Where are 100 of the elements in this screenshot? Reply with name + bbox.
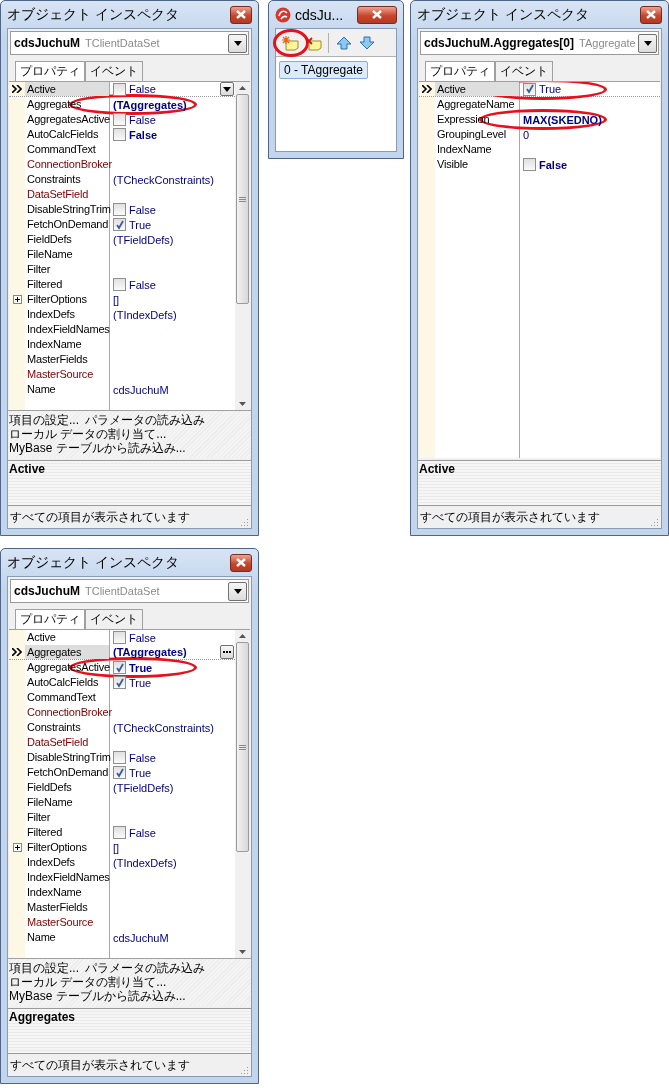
property-name[interactable]: Filter [25,810,109,825]
expand-icon[interactable] [12,843,22,852]
property-name[interactable]: Name [25,382,109,397]
property-row[interactable]: DisableStringTrim False [9,750,235,765]
checkbox[interactable] [113,128,126,141]
dropdown-button[interactable] [220,82,234,96]
object-selector[interactable]: cdsJuchuM.Aggregates[0] TAggregate [420,31,659,55]
property-name[interactable]: IndexFieldNames [25,322,109,337]
verb-link[interactable]: ローカル データの割り当て... [9,427,167,441]
property-row[interactable]: IndexDefs (TIndexDefs) [9,855,235,870]
tab[interactable]: イベント [85,61,143,81]
close-button[interactable] [357,5,397,24]
property-name[interactable]: Constraints [25,172,109,187]
property-name[interactable]: MasterSource [25,915,109,930]
property-row[interactable]: FetchOnDemand True [9,765,235,780]
property-name[interactable]: IndexName [25,885,109,900]
property-row[interactable]: Filtered False [9,277,235,292]
tab[interactable]: プロパティ [15,61,85,81]
checkbox[interactable] [113,82,126,96]
verb-link[interactable]: パラメータの読み込み [85,961,205,975]
property-row[interactable]: ConnectionBroker [9,157,235,172]
property-name[interactable]: FetchOnDemand [25,217,109,232]
checkbox[interactable] [113,751,126,764]
property-row[interactable]: Filter [9,810,235,825]
verb-link[interactable]: 項目の設定... [9,413,79,427]
object-selector[interactable]: cdsJuchuM TClientDataSet [10,31,249,55]
property-row[interactable]: IndexDefs (TIndexDefs) [9,307,235,322]
property-row[interactable]: DataSetField [9,735,235,750]
property-name[interactable]: IndexDefs [25,855,109,870]
tab[interactable]: プロパティ [15,609,85,629]
checkbox[interactable] [113,676,126,689]
property-name[interactable]: Visible [435,157,519,172]
property-name[interactable]: Constraints [25,720,109,735]
property-name[interactable]: AggregateName [435,97,519,112]
checkbox[interactable] [523,158,536,171]
checkbox[interactable] [113,203,126,216]
property-row[interactable]: FileName [9,247,235,262]
verb-link[interactable]: MyBase テーブルから読み込み... [9,989,186,1003]
property-name[interactable]: MasterFields [25,900,109,915]
property-name[interactable]: IndexName [435,142,519,157]
property-row[interactable]: FilterOptions [] [9,292,235,307]
property-name[interactable]: MasterFields [25,352,109,367]
dropdown-button[interactable] [228,33,247,53]
property-row[interactable]: IndexName [419,142,660,157]
verb-link[interactable]: 項目の設定... [9,961,79,975]
property-row[interactable]: Name cdsJuchuM [9,382,235,397]
scrollbar-thumb[interactable] [236,94,249,304]
property-row[interactable]: IndexFieldNames [9,322,235,337]
property-row[interactable]: IndexFieldNames [9,870,235,885]
checkbox[interactable] [113,826,126,839]
property-row[interactable]: CommandText [9,690,235,705]
property-row[interactable]: MasterFields [9,900,235,915]
property-row[interactable]: Active False [9,630,235,645]
property-row[interactable]: Visible False [419,157,660,172]
checkbox[interactable] [113,278,126,291]
property-name[interactable]: FilterOptions [25,840,109,855]
property-row[interactable]: MasterFields [9,352,235,367]
checkbox[interactable] [113,661,126,674]
scrollbar-thumb[interactable] [236,642,249,852]
property-name[interactable]: GroupingLevel [435,127,519,142]
property-row[interactable]: FieldDefs (TFieldDefs) [9,232,235,247]
checkbox[interactable] [113,218,126,231]
property-name[interactable]: FieldDefs [25,780,109,795]
scroll-up-icon[interactable] [239,86,246,90]
close-button[interactable] [230,553,252,572]
property-name[interactable]: AutoCalcFields [25,675,109,690]
property-row[interactable]: Name cdsJuchuM [9,930,235,945]
resize-grip-icon[interactable] [241,1066,249,1074]
object-selector[interactable]: cdsJuchuM TClientDataSet [10,579,249,603]
dropdown-button[interactable] [638,33,657,53]
ellipsis-button[interactable] [220,645,234,659]
property-name[interactable]: Name [25,930,109,945]
verb-link[interactable]: ローカル データの割り当て... [9,975,167,989]
property-row[interactable]: FetchOnDemand True [9,217,235,232]
property-row[interactable]: Filter [9,262,235,277]
checkbox[interactable] [523,82,536,96]
expand-icon[interactable] [12,295,22,304]
property-row[interactable]: MasterSource [9,915,235,930]
property-name[interactable]: MasterSource [25,367,109,382]
property-row[interactable]: ConnectionBroker [9,705,235,720]
property-name[interactable]: FileName [25,795,109,810]
property-name[interactable]: IndexName [25,337,109,352]
property-row[interactable]: Active False [9,82,235,97]
property-row[interactable]: AggregatesActive False [9,112,235,127]
property-name[interactable]: Filtered [25,825,109,840]
property-name[interactable]: Aggregates [25,645,109,659]
property-row[interactable]: DataSetField [9,187,235,202]
checkbox[interactable] [113,113,126,126]
property-name[interactable]: FieldDefs [25,232,109,247]
property-row[interactable]: Constraints (TCheckConstraints) [9,720,235,735]
property-name[interactable]: Active [25,630,109,645]
scrollbar[interactable] [235,630,250,958]
tab[interactable]: イベント [495,61,553,81]
dropdown-button[interactable] [228,581,247,601]
property-name[interactable]: CommandText [25,690,109,705]
property-name[interactable]: Active [25,82,109,96]
resize-grip-icon[interactable] [651,518,659,526]
property-row[interactable]: AutoCalcFields True [9,675,235,690]
property-name[interactable]: CommandText [25,142,109,157]
property-name[interactable]: DataSetField [25,187,109,202]
